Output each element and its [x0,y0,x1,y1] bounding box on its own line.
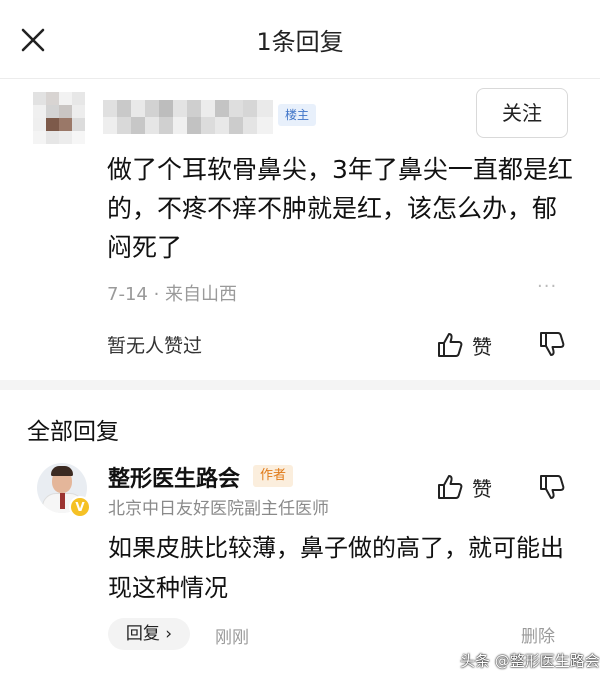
thumbs-down-icon[interactable] [538,473,566,501]
verified-icon: V [69,496,91,518]
op-badge: 楼主 [278,104,316,126]
section-divider [0,380,600,390]
like-label: 赞 [472,476,492,501]
watermark: 头条 @整形医生路会 [460,652,600,670]
thumbs-up-icon [438,475,463,499]
avatar[interactable] [33,92,85,144]
section-title: 全部回复 [27,419,119,445]
post-meta: 7-14 · 来自山西 [107,284,238,305]
page-title: 1条回复 [256,28,344,56]
reply-text: 如果皮肤比较薄，鼻子做的高了，就可能出现这种情况 [108,534,564,602]
thumbs-up-icon [438,333,463,357]
top-bar: 1条回复 [0,0,600,79]
more-icon[interactable]: ··· [537,276,557,297]
thumbs-down-icon[interactable] [538,330,566,358]
author-badge: 作者 [253,465,293,487]
like-button[interactable]: 赞 [436,328,492,362]
no-likes-text: 暂无人赞过 [107,335,203,357]
author-title: 北京中日友好医院副主任医师 [108,499,329,519]
reply-author-name[interactable]: 整形医生路会 [108,461,240,493]
reply-like-button[interactable]: 赞 [436,470,492,504]
reply-time: 刚刚 [215,628,249,648]
like-label: 赞 [472,334,492,359]
delete-button[interactable]: 删除 [521,622,555,647]
follow-button[interactable]: 关注 [476,88,568,138]
post-text: 做了个耳软骨鼻尖，3年了鼻尖一直都是红的，不疼不痒不肿就是红，该怎么办，郁闷死了 [107,155,573,262]
reply-button[interactable]: 回复 › [108,618,190,650]
username-obscured[interactable] [103,100,273,134]
